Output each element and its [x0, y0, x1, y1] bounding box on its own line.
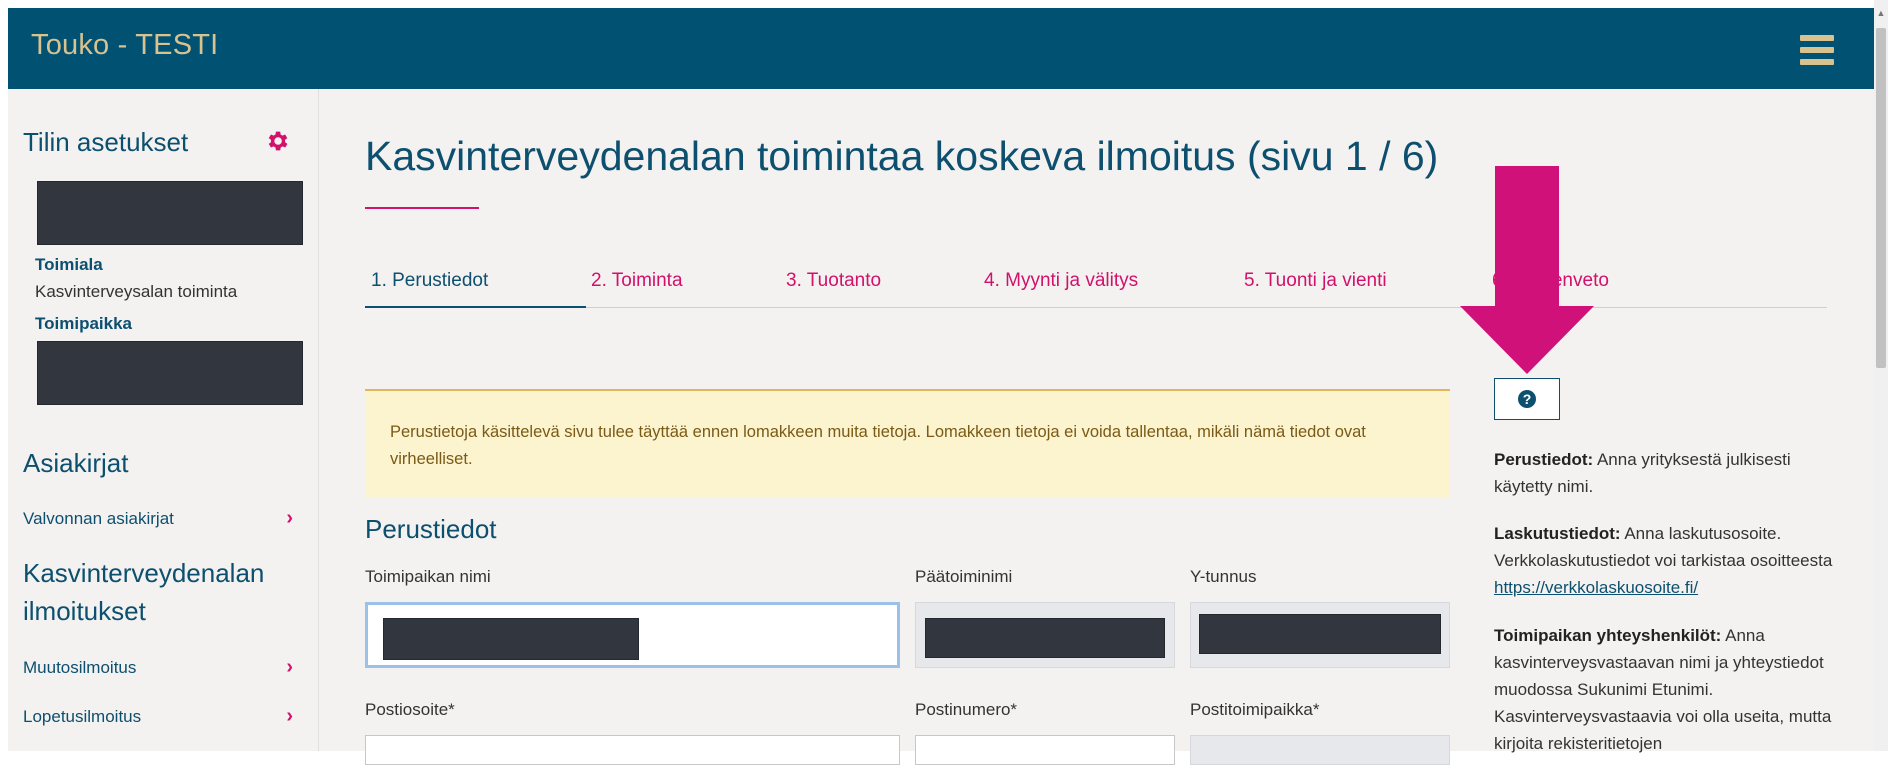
- top-header: Touko - TESTI: [8, 8, 1874, 89]
- gear-icon[interactable]: [264, 128, 290, 154]
- help-term: Perustiedot:: [1494, 450, 1594, 469]
- tab-activity[interactable]: 2. Toiminta: [591, 270, 683, 292]
- main-trade-name-label: Päätoiminimi: [915, 567, 1013, 586]
- svg-text:?: ?: [1523, 391, 1532, 407]
- chevron-right-icon: ›: [286, 507, 293, 529]
- app-title[interactable]: Touko - TESTI: [31, 29, 218, 62]
- notices-title-line2: ilmoitukset: [23, 596, 146, 626]
- chevron-right-icon: ›: [286, 705, 293, 727]
- tab-import-export[interactable]: 5. Tuonti ja vienti: [1244, 270, 1387, 292]
- scrollbar[interactable]: ▲: [1874, 0, 1888, 751]
- scrollbar-thumb[interactable]: [1876, 28, 1886, 368]
- redacted-account-name: [37, 181, 303, 245]
- city-label: Postitoimipaikka*: [1190, 700, 1320, 719]
- sidebar-item-termination-notice[interactable]: Lopetusilmoitus ›: [23, 705, 293, 727]
- e-invoice-link[interactable]: https://verkkolaskuosoite.fi/: [1494, 578, 1698, 597]
- notice-text: Perustietoja käsittelevä sivu tulee täyt…: [390, 423, 1366, 468]
- location-label: Toimipaikka: [35, 314, 132, 333]
- help-desc: Anna kasvinterveysvastaavan nimi ja yhte…: [1494, 626, 1832, 753]
- help-paragraph-contacts: Toimipaikan yhteyshenkilöt: Anna kasvint…: [1494, 622, 1834, 757]
- sidebar-item-inspection-documents[interactable]: Valvonnan asiakirjat ›: [23, 507, 293, 529]
- account-settings-title: Tilin asetukset: [23, 127, 189, 157]
- tab-basic-info[interactable]: 1. Perustiedot: [371, 270, 488, 292]
- business-id-field: [1190, 602, 1450, 668]
- postal-address-input[interactable]: [365, 735, 900, 765]
- business-id-label: Y-tunnus: [1190, 567, 1257, 586]
- postal-code-label: Postinumero*: [915, 700, 1018, 719]
- location-name-input[interactable]: [365, 602, 900, 668]
- question-circle-icon: ?: [1518, 390, 1536, 408]
- redacted-location: [37, 341, 303, 405]
- hamburger-menu-icon[interactable]: [1800, 35, 1834, 65]
- help-paragraph-basic: Perustiedot: Anna yrityksestä julkisesti…: [1494, 446, 1834, 500]
- sidebar-item-label: Lopetusilmoitus: [23, 707, 142, 726]
- chevron-right-icon: ›: [286, 656, 293, 678]
- help-term: Laskutustiedot:: [1494, 524, 1621, 543]
- redacted-value: [1199, 614, 1441, 654]
- location-name-label: Toimipaikan nimi: [365, 567, 491, 586]
- industry-label: Toimiala: [35, 255, 103, 274]
- scroll-up-arrow-icon[interactable]: ▲: [1876, 8, 1886, 20]
- active-tab-indicator: [365, 306, 586, 308]
- tab-production[interactable]: 3. Tuotanto: [786, 270, 881, 292]
- tab-sales[interactable]: 4. Myynti ja välitys: [984, 270, 1138, 292]
- main-trade-name-field: [915, 602, 1175, 668]
- postal-code-input[interactable]: [915, 735, 1175, 765]
- industry-value: Kasvinterveysalan toiminta: [35, 282, 238, 301]
- help-button[interactable]: ?: [1494, 378, 1560, 420]
- help-term: Toimipaikan yhteyshenkilöt:: [1494, 626, 1722, 645]
- help-paragraph-billing: Laskutustiedot: Anna laskutusosoite. Ver…: [1494, 520, 1834, 601]
- sidebar-item-label: Valvonnan asiakirjat: [23, 509, 174, 528]
- title-underline: [365, 207, 479, 209]
- sidebar-item-change-notice[interactable]: Muutosilmoitus ›: [23, 656, 293, 678]
- documents-title: Asiakirjat: [23, 448, 129, 478]
- page-title: Kasvinterveydenalan toimintaa koskeva il…: [365, 133, 1439, 179]
- postal-address-label: Postiosoite*: [365, 700, 455, 719]
- notices-title-line1: Kasvinterveydenalan: [23, 558, 265, 588]
- city-field: [1190, 735, 1450, 765]
- section-title: Perustiedot: [365, 514, 497, 544]
- sidebar-item-label: Muutosilmoitus: [23, 658, 137, 677]
- redacted-value: [925, 618, 1165, 658]
- info-notice: Perustietoja käsittelevä sivu tulee täyt…: [365, 389, 1450, 497]
- down-arrow-annotation: [1460, 166, 1594, 374]
- redacted-value: [383, 618, 639, 660]
